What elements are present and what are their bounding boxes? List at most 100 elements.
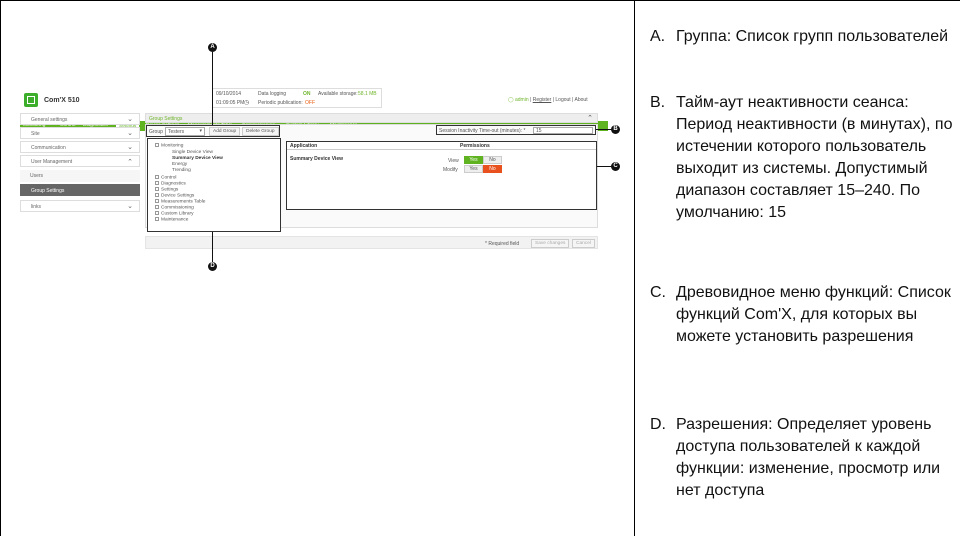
delete-group-button[interactable]: Delete Group [242, 127, 279, 136]
cancel-button[interactable]: Cancel [572, 239, 595, 248]
tree-node-measurements-table[interactable]: Measurements Table [155, 199, 205, 204]
permissions-table: Application Permissions Summary Device V… [286, 141, 597, 210]
sidebar-item-label: Site [31, 131, 40, 137]
tree-toggle-icon [155, 143, 159, 147]
chevron-down-icon: ⌄ [127, 130, 133, 137]
tree-node-device-settings[interactable]: Device Settings [155, 193, 194, 198]
data-logging-label: Data logging [258, 91, 287, 97]
tree-node-commissioning[interactable]: Commissioning [155, 205, 194, 210]
tree-node-monitoring[interactable]: Monitoring [155, 143, 183, 148]
timeout-value: 15 [536, 128, 542, 134]
modify-no-button[interactable]: No [483, 165, 502, 173]
tree-node-single-device-view[interactable]: Single Device View [172, 150, 213, 155]
callout-line-a [212, 52, 213, 125]
tree-node-custom-library[interactable]: Custom Library [155, 211, 194, 216]
screenshot-panel: Com'X 510 09/10/2014 01:09:05 PM ◷ Data … [0, 0, 634, 536]
modify-label: Modify [443, 167, 458, 173]
add-group-button[interactable]: Add Group [209, 127, 241, 136]
tree-node-maintenance[interactable]: Maintenance [155, 217, 188, 222]
sidebar-item-label: Users [30, 173, 44, 179]
section-title: Group Settings [149, 116, 183, 122]
sidebar-item-label: General settings [31, 117, 68, 123]
tree-node-summary-device-view[interactable]: Summary Device View [172, 156, 223, 161]
perm-row-label: Summary Device View [290, 156, 343, 162]
time-text: 01:09:05 PM [216, 100, 245, 106]
storage-label: Available storage: [318, 91, 358, 97]
callout-b: B [611, 125, 620, 134]
timeout-label: Session Inactivity Time-out (minutes): * [439, 128, 526, 134]
sidebar-item-group-settings[interactable]: Group Settings [20, 184, 140, 196]
tree-node-control[interactable]: Control [155, 175, 176, 180]
permissions-header: Application Permissions [287, 142, 596, 150]
app-title: Com'X 510 [44, 97, 80, 104]
sidebar-item-communication[interactable]: Communication ⌄ [20, 141, 140, 153]
legend-text: Разрешения: Определяет уровень доступа п… [676, 416, 941, 499]
group-select[interactable]: Testers ▾ [165, 127, 205, 136]
dropdown-arrow-icon: ▾ [199, 128, 202, 134]
legend-letter: D. [650, 416, 666, 433]
publication-value: OFF [305, 100, 315, 106]
tree-toggle-icon [155, 199, 159, 203]
callout-line-b [596, 129, 612, 130]
storage-value: 58.1 MB [358, 91, 377, 97]
chevron-down-icon: ⌄ [127, 144, 133, 151]
sidebar-item-label: links [31, 204, 42, 210]
link-register[interactable]: Register [533, 97, 552, 103]
tree-toggle-icon [155, 211, 159, 215]
sidebar-item-label: Communication [31, 145, 66, 151]
comx-logo-icon [24, 93, 38, 107]
callout-d: D [208, 262, 217, 271]
sidebar-item-links[interactable]: links ⌄ [20, 200, 140, 212]
sidebar-item-label: User Management [31, 159, 73, 165]
date-text: 09/10/2014 [216, 91, 242, 97]
legend-letter: C. [650, 284, 666, 301]
required-note: * Required field [485, 241, 520, 247]
tree-node-energy[interactable]: Energy [172, 162, 187, 167]
link-about[interactable]: About [575, 97, 588, 103]
save-changes-button[interactable]: Save changes [531, 239, 570, 248]
chevron-down-icon: ⌄ [127, 116, 133, 123]
column-permissions: Permissions [460, 143, 490, 149]
link-logout[interactable]: Logout [555, 97, 570, 103]
column-application: Application [290, 143, 318, 149]
legend-letter: A. [650, 28, 666, 45]
tree-toggle-icon [155, 175, 159, 179]
chevron-up-icon: ⌃ [127, 159, 133, 166]
user-icon: ◯ [508, 97, 514, 103]
legend-letter: B. [650, 94, 666, 111]
link-admin[interactable]: admin [515, 97, 529, 103]
view-no-button[interactable]: No [483, 156, 502, 164]
view-label: View [448, 158, 459, 164]
sidebar-item-users[interactable]: Users [20, 170, 140, 182]
group-label: Group [149, 129, 163, 135]
sidebar-item-user-management[interactable]: User Management ⌃ [20, 155, 140, 167]
callout-line-d [212, 232, 213, 262]
callout-line-c [597, 166, 612, 167]
tree-toggle-icon [155, 205, 159, 209]
sidebar-item-label: Group Settings [31, 188, 65, 194]
tree-toggle-icon [155, 217, 159, 221]
function-tree: Monitoring Single Device View Summary De… [147, 138, 281, 232]
callout-a: A [208, 43, 217, 52]
group-select-value: Testers [168, 129, 185, 135]
tree-toggle-icon [155, 181, 159, 185]
tree-node-diagnostics[interactable]: Diagnostics [155, 181, 186, 186]
group-toolbar: Group Testers ▾ Add Group Delete Group [146, 125, 280, 137]
tree-node-trending[interactable]: Trending [172, 168, 191, 173]
modify-yes-button[interactable]: Yes [464, 165, 483, 173]
chevron-down-icon: ⌄ [127, 203, 133, 210]
tree-toggle-icon [155, 193, 159, 197]
clock-icon: ◷ [244, 100, 250, 106]
legend-text: Тайм-аут неактивности сеанса: Период неа… [676, 94, 953, 221]
publication-label: Periodic publication: [258, 100, 303, 106]
timeout-input[interactable]: 15 [533, 127, 593, 134]
sidebar-item-general-settings[interactable]: General settings ⌄ [20, 113, 140, 125]
timeout-row: Session Inactivity Time-out (minutes): *… [436, 125, 596, 135]
tree-toggle-icon [155, 187, 159, 191]
legend-text: Группа: Список групп пользователей [676, 28, 949, 45]
legend-text: Древовидное меню функций: Список функций… [676, 284, 951, 345]
tree-node-settings[interactable]: Settings [155, 187, 178, 192]
sidebar-item-site[interactable]: Site ⌄ [20, 127, 140, 139]
collapse-icon[interactable]: ⌃ [587, 114, 593, 122]
view-yes-button[interactable]: Yes [464, 156, 483, 164]
